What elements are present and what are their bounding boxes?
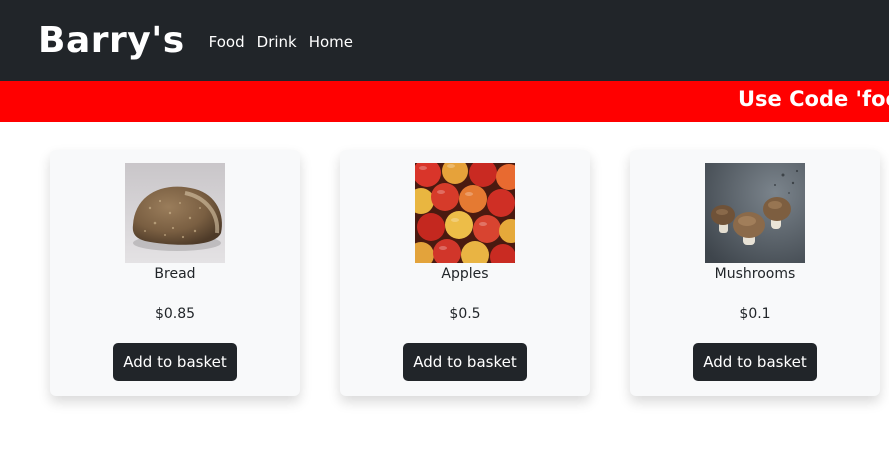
add-to-basket-button[interactable]: Add to basket bbox=[113, 343, 237, 381]
product-card-mushrooms: Mushrooms $0.1 Add to basket bbox=[630, 150, 880, 396]
product-name: Bread bbox=[154, 266, 196, 282]
product-name: Mushrooms bbox=[714, 266, 796, 282]
product-card-bread: Bread $0.85 Add to basket bbox=[50, 150, 300, 396]
bread-image bbox=[125, 163, 225, 263]
nav-link-drink[interactable]: Drink bbox=[257, 33, 297, 51]
promo-text: Use Code 'foo bbox=[738, 87, 889, 111]
product-price: $0.5 bbox=[449, 306, 481, 322]
add-to-basket-button[interactable]: Add to basket bbox=[403, 343, 527, 381]
product-price: $0.1 bbox=[739, 306, 771, 322]
apples-image bbox=[415, 163, 515, 263]
product-name: Apples bbox=[441, 266, 489, 282]
nav-links: Food Drink Home bbox=[209, 33, 365, 51]
promo-banner: Use Code 'foo bbox=[0, 81, 889, 122]
nav-link-home[interactable]: Home bbox=[309, 33, 353, 51]
brand-logo[interactable]: Barry's bbox=[38, 22, 185, 59]
nav-link-food[interactable]: Food bbox=[209, 33, 245, 51]
product-price: $0.85 bbox=[154, 306, 196, 322]
mushrooms-image bbox=[705, 163, 805, 263]
navbar: Barry's Food Drink Home bbox=[0, 0, 889, 81]
add-to-basket-button[interactable]: Add to basket bbox=[693, 343, 817, 381]
product-card-apples: Apples $0.5 Add to basket bbox=[340, 150, 590, 396]
